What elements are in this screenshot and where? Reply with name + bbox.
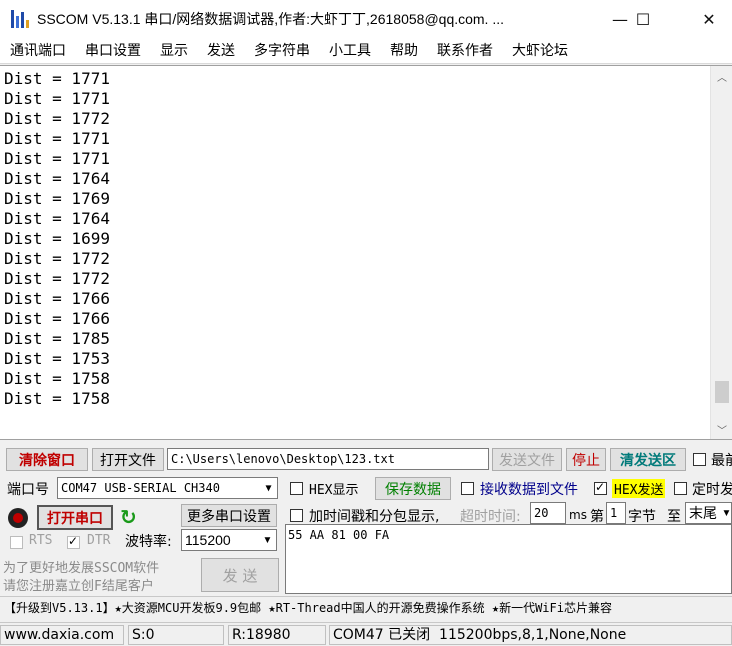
receive-output-text: Dist = 1771 Dist = 1771 Dist = 1772 Dist = … (4, 69, 110, 409)
output-line: Dist = 1771 (4, 149, 110, 168)
receive-output-area[interactable]: Dist = 1771 Dist = 1771 Dist = 1772 Dist = … (0, 65, 732, 440)
dtr-checkbox[interactable] (67, 534, 80, 549)
menu-item-serial-settings[interactable]: 串口设置 (75, 38, 150, 64)
hex-send-checkbox[interactable] (594, 480, 607, 495)
output-line: Dist = 1771 (4, 129, 110, 148)
clear-send-area-button[interactable]: 清发送区 (610, 448, 686, 471)
rts-label: RTS (29, 533, 53, 548)
status-received-count: R:18980 (228, 625, 326, 645)
open-port-button[interactable]: 打开串口 (37, 505, 113, 530)
output-line: Dist = 1771 (4, 69, 110, 88)
output-line: Dist = 1699 (4, 229, 110, 248)
clear-window-button[interactable]: 清除窗口 (6, 448, 88, 471)
output-line: Dist = 1772 (4, 249, 110, 268)
menu-item-port[interactable]: 通讯端口 (0, 38, 75, 64)
stop-button[interactable]: 停止 (566, 448, 606, 471)
port-number-label: 端口号 (7, 482, 49, 498)
open-file-button[interactable]: 打开文件 (92, 448, 164, 471)
close-icon: ✕ (702, 9, 716, 29)
baud-rate-label: 波特率: (125, 534, 172, 550)
menu-item-forum[interactable]: 大虾论坛 (502, 38, 577, 64)
title-bar: SSCOM V5.13.1 串口/网络数据调试器,作者:大虾丁丁,2618058… (0, 0, 732, 38)
timed-send-label: 定时发 (692, 482, 732, 498)
promo-text-line2: 请您注册嘉立创F结尾客户 (3, 579, 154, 594)
recv-to-file-label: 接收数据到文件 (480, 482, 578, 498)
output-line: Dist = 1766 (4, 309, 110, 328)
topmost-checkbox[interactable] (693, 453, 706, 466)
output-line: Dist = 1764 (4, 169, 110, 188)
rts-checkbox[interactable] (10, 536, 23, 549)
send-button[interactable]: 发 送 (201, 558, 279, 592)
maximize-button[interactable]: ☐ (620, 0, 666, 38)
scroll-down-icon[interactable]: ﹀ (711, 419, 732, 439)
baud-rate-select[interactable]: 115200 ▼ (181, 529, 277, 551)
timed-send-checkbox[interactable] (674, 482, 687, 495)
output-line: Dist = 1772 (4, 269, 110, 288)
dtr-label: DTR (87, 533, 111, 548)
output-line: Dist = 1772 (4, 109, 110, 128)
promo-ticker[interactable]: 【升级到V5.13.1】★大资源MCU开发板9.9包邮 ★RT-Thread中国… (0, 596, 732, 618)
status-bar: www.daxia.com S:0 R:18980 COM47 已关闭 1152… (0, 622, 732, 646)
timestamp-checkbox[interactable] (290, 509, 303, 522)
menu-item-contact[interactable]: 联系作者 (427, 38, 502, 64)
timeout-unit: ms (569, 508, 587, 522)
scroll-up-icon[interactable]: ︿ (711, 66, 732, 86)
promo-text-line1: 为了更好地发展SSCOM软件 (3, 561, 160, 576)
sscom-logo-icon (9, 8, 31, 30)
status-website[interactable]: www.daxia.com (0, 625, 124, 645)
close-button[interactable]: ✕ (686, 0, 732, 38)
port-select-value: COM47 USB-SERIAL CH340 (61, 481, 220, 495)
send-text-area[interactable]: 55 AA 81 00 FA (285, 524, 732, 594)
port-select[interactable]: COM47 USB-SERIAL CH340 ▼ (57, 477, 278, 499)
hex-send-label: HEX发送 (612, 479, 666, 498)
output-line: Dist = 1764 (4, 209, 110, 228)
output-line: Dist = 1769 (4, 189, 110, 208)
output-line: Dist = 1753 (4, 349, 110, 368)
end-byte-select[interactable]: 末尾 ▼ (685, 502, 732, 524)
file-path-field[interactable]: C:\Users\lenovo\Desktop\123.txt (167, 448, 489, 470)
output-line: Dist = 1771 (4, 89, 110, 108)
hex-display-checkbox[interactable] (290, 482, 303, 495)
scrollbar-thumb[interactable] (715, 381, 729, 404)
output-scrollbar[interactable]: ︿ ﹀ (710, 66, 732, 439)
menu-item-help[interactable]: 帮助 (380, 38, 427, 64)
refresh-icon[interactable]: ↻ (120, 505, 137, 529)
output-line: Dist = 1785 (4, 329, 110, 348)
start-byte-input[interactable]: 1 (606, 502, 626, 524)
send-file-button[interactable]: 发送文件 (492, 448, 562, 471)
baud-rate-value: 115200 (185, 532, 231, 548)
maximize-icon: ☐ (635, 9, 651, 29)
status-sent-count: S:0 (128, 625, 224, 645)
menu-item-multi-string[interactable]: 多字符串 (244, 38, 319, 64)
menu-item-send[interactable]: 发送 (197, 38, 244, 64)
chevron-down-icon: ▼ (721, 507, 732, 519)
menu-item-tools[interactable]: 小工具 (319, 38, 380, 64)
recv-to-file-checkbox[interactable] (461, 482, 474, 495)
chevron-down-icon: ▼ (265, 482, 272, 494)
window-title: SSCOM V5.13.1 串口/网络数据调试器,作者:大虾丁丁,2618058… (37, 11, 505, 27)
output-line: Dist = 1766 (4, 289, 110, 308)
to-label: 至 (667, 509, 681, 525)
output-line: Dist = 1758 (4, 389, 110, 408)
output-line: Dist = 1758 (4, 369, 110, 388)
menu-item-display[interactable]: 显示 (150, 38, 197, 64)
nth-label: 第 (590, 509, 604, 525)
more-serial-settings-button[interactable]: 更多串口设置 (181, 504, 277, 527)
menu-bar: 通讯端口 串口设置 显示 发送 多字符串 小工具 帮助 联系作者 大虾论坛 (0, 38, 732, 64)
topmost-label: 最前 (711, 453, 732, 469)
end-byte-select-value: 末尾 (689, 505, 717, 521)
chevron-down-icon: ▼ (262, 534, 273, 546)
port-status-indicator-icon (8, 508, 28, 528)
hex-display-label: HEX显示 (309, 483, 359, 498)
save-data-button[interactable]: 保存数据 (375, 477, 451, 500)
status-port-state: COM47 已关闭 115200bps,8,1,None,None (329, 625, 732, 645)
byte-label: 字节 (628, 509, 656, 525)
timeout-label: 超时时间: (460, 509, 521, 525)
timestamp-label: 加时间戳和分包显示, (309, 509, 440, 525)
timeout-input[interactable]: 20 (530, 502, 566, 524)
